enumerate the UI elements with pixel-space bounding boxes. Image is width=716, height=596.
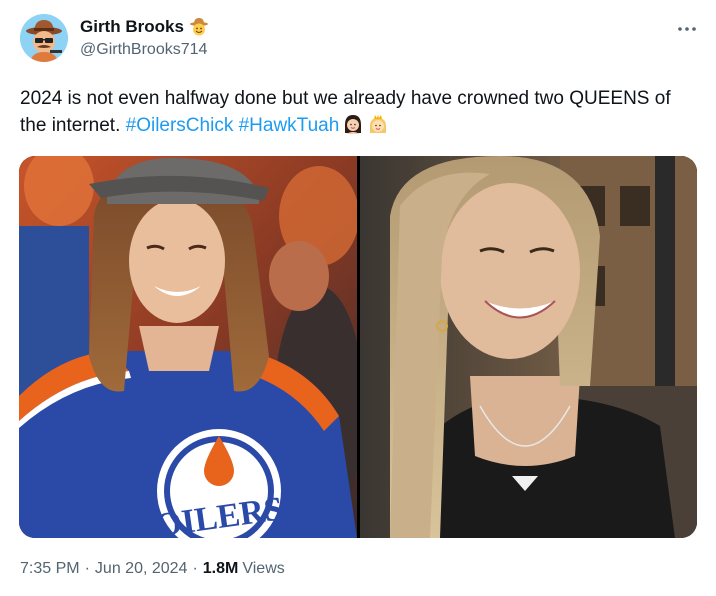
- meta-separator: ·: [192, 560, 198, 577]
- tweet-media[interactable]: OILERS: [19, 156, 697, 538]
- photo-smiling-woman[interactable]: [359, 156, 697, 538]
- meta-separator: ·: [84, 560, 90, 577]
- hashtag-hawktuah-link[interactable]: #HawkTuah: [239, 115, 340, 136]
- princess-emoji-icon: [367, 113, 389, 135]
- hashtag-oilerschick-link[interactable]: #OilersChick: [126, 115, 234, 136]
- views-count[interactable]: 1.8M: [203, 560, 239, 578]
- views-label: Views: [242, 560, 285, 577]
- tweet-meta: 7:35 PM · Jun 20, 2024 · 1.8M Views: [20, 560, 285, 578]
- cowboy-face-emoji-icon: [189, 17, 209, 37]
- hawktuah-photo-image: [359, 156, 697, 538]
- tweet-time[interactable]: 7:35 PM: [20, 560, 80, 578]
- author-handle[interactable]: @GirthBrooks714: [80, 41, 209, 59]
- oilers-photo-image: OILERS: [19, 156, 357, 538]
- tweet-text: 2024 is not even halfway done but we alr…: [20, 85, 700, 139]
- photo-oilers-jersey-woman[interactable]: OILERS: [19, 156, 357, 538]
- more-options-icon: [678, 27, 696, 31]
- author-avatar[interactable]: [20, 14, 68, 62]
- author-info: Girth Brooks @GirthBrooks714: [80, 17, 209, 59]
- author-display-name[interactable]: Girth Brooks: [80, 17, 184, 37]
- cowboy-avatar-icon: [20, 14, 68, 62]
- woman-dark-hair-emoji-icon: [342, 113, 364, 135]
- tweet-card: Girth Brooks @GirthBrooks714 2024 is not…: [0, 0, 716, 596]
- display-name-row: Girth Brooks: [80, 17, 209, 37]
- more-options-button[interactable]: [672, 14, 702, 44]
- tweet-date[interactable]: Jun 20, 2024: [95, 560, 188, 578]
